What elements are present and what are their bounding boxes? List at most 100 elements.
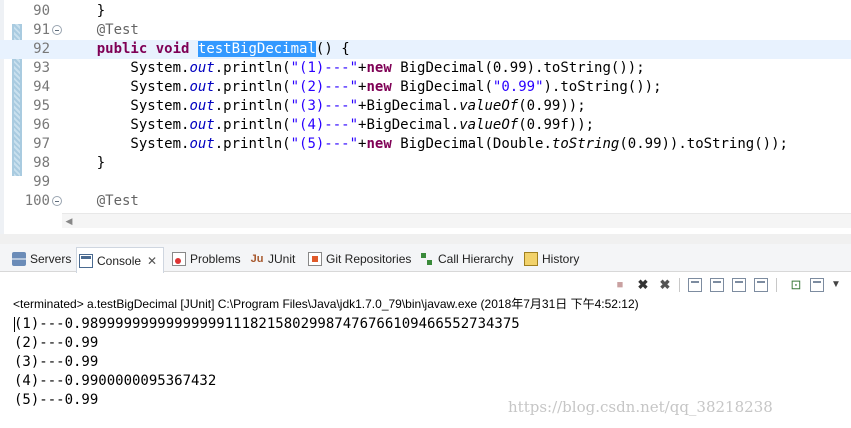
code-token: "(5)---" [290,136,359,152]
code-token: .println( [214,79,291,95]
tab-git-repositories[interactable]: Git Repositories [306,247,411,271]
code-token: out [189,136,215,152]
code-line[interactable]: 95 System.out.println("(3)---"+BigDecima… [0,97,851,116]
code-token: new [366,136,392,152]
code-token: .println( [214,98,291,114]
code-token: +BigDecimal. [358,98,460,114]
code-token: System. [63,117,190,133]
code-line[interactable]: 99 [0,173,851,192]
code-token: System. [63,60,190,76]
close-icon[interactable]: ✕ [147,254,157,268]
toolbar-separator [776,278,777,292]
tab-problems[interactable]: Problems [170,247,241,271]
code-token: new [366,79,392,95]
clear-console-icon[interactable] [754,278,768,292]
code-token: () { [315,41,350,57]
problems-icon [172,252,186,266]
line-number: 90 [33,3,50,19]
code-token: "(2)---" [290,79,359,95]
horizontal-scrollbar[interactable]: ◀ [62,213,851,228]
code-text: @Test [63,192,139,211]
view-tab-bar: Servers Console ✕ Problems Ju JUnit Git … [0,244,851,273]
code-token: ).toString()); [543,79,662,95]
tab-servers[interactable]: Servers [10,247,71,271]
code-text: System.out.println("(3)---"+BigDecimal.v… [63,97,586,116]
tab-label: Git Repositories [326,252,412,266]
terminate-icon[interactable]: ■ [612,277,628,293]
line-number: 92 [33,41,50,57]
line-number: 99 [33,174,50,190]
code-text: System.out.println("(2)---"+new BigDecim… [63,78,662,97]
tab-label: JUnit [268,252,296,266]
code-text: public void testBigDecimal() { [63,40,350,59]
code-token: "(1)---" [290,60,359,76]
code-token: out [189,98,215,114]
code-token: "0.99" [492,79,544,95]
remove-launch-icon[interactable]: ✖ [635,277,651,293]
code-line[interactable]: 97 System.out.println("(5)---"+new BigDe… [0,135,851,154]
console-output-line: (1)---0.98999999999999999111821580299874… [14,316,520,332]
fold-toggle-icon[interactable] [52,25,62,35]
junit-icon: Ju [250,253,264,265]
tab-call-hierarchy[interactable]: Call Hierarchy [418,247,513,271]
fold-toggle-icon[interactable] [52,196,62,206]
console-toolbar: ■ ✖ ✖ ⊡ ▼ [600,274,851,296]
word-wrap-icon[interactable] [710,278,724,292]
code-token: @Test [96,22,139,38]
code-line[interactable]: 93 System.out.println("(1)---"+new BigDe… [0,59,851,78]
console-output-line: (2)---0.99 [14,335,99,351]
line-number: 100 [24,193,50,209]
scroll-left-arrow-icon[interactable]: ◀ [62,214,76,229]
tab-console[interactable]: Console ✕ [76,247,165,273]
line-number: 94 [33,79,50,95]
code-token: .println( [214,117,291,133]
code-line[interactable]: 92 public void testBigDecimal() { [0,40,851,59]
tab-label: Call Hierarchy [438,252,514,266]
code-line[interactable]: 96 System.out.println("(4)---"+BigDecima… [0,116,851,135]
code-line[interactable]: 98 } [0,154,851,173]
code-token: System. [63,79,190,95]
code-line[interactable]: 90 } [0,2,851,21]
code-token: valueOf [459,117,519,133]
selected-method-name: testBigDecimal [197,41,316,57]
code-token: BigDecimal(0.99).toString()); [391,60,645,76]
console-output-line: (4)---0.9900000095367432 [14,373,217,389]
code-token: (0.99f)); [518,117,595,133]
code-token: BigDecimal(Double. [391,136,552,152]
code-text: System.out.println("(4)---"+BigDecimal.v… [63,116,594,135]
code-token: toString [551,136,620,152]
code-token: .println( [214,136,291,152]
console-output[interactable]: (1)---0.98999999999999999111821580299874… [14,315,520,410]
code-token: +BigDecimal. [358,117,460,133]
line-number: 98 [33,155,50,171]
display-console-icon[interactable] [810,278,824,292]
tab-label: Servers [30,252,72,266]
tab-label: Console [97,253,142,268]
code-text: System.out.println("(5)---"+new BigDecim… [63,135,788,154]
code-token: System. [63,98,190,114]
code-token: out [189,60,215,76]
scroll-lock-icon[interactable] [688,278,702,292]
watermark: https://blog.csdn.net/qq_38218238 [508,398,773,416]
show-on-output-icon[interactable] [732,278,746,292]
pin-console-icon[interactable]: ⊡ [788,277,804,293]
panel-sash[interactable] [0,234,851,244]
code-token: void [155,41,190,57]
remove-all-terminated-icon[interactable]: ✖ [657,277,673,293]
code-editor[interactable]: 90 } 91 @Test 92 public void testBigDecima… [0,0,851,234]
view-menu-chevron-down-icon[interactable]: ▼ [828,277,844,293]
tab-history[interactable]: History [522,247,579,271]
code-line[interactable]: 91 @Test [0,21,851,40]
code-token: "(3)---" [290,98,359,114]
tab-junit[interactable]: Ju JUnit [248,247,296,271]
code-line[interactable]: 94 System.out.println("(2)---"+new BigDe… [0,78,851,97]
code-token: out [189,117,215,133]
console-output-line: (5)---0.99 [14,392,99,408]
code-token: (0.99)); [518,98,586,114]
code-token: (0.99)).toString()); [619,136,788,152]
code-line[interactable]: 100 @Test [0,192,851,211]
